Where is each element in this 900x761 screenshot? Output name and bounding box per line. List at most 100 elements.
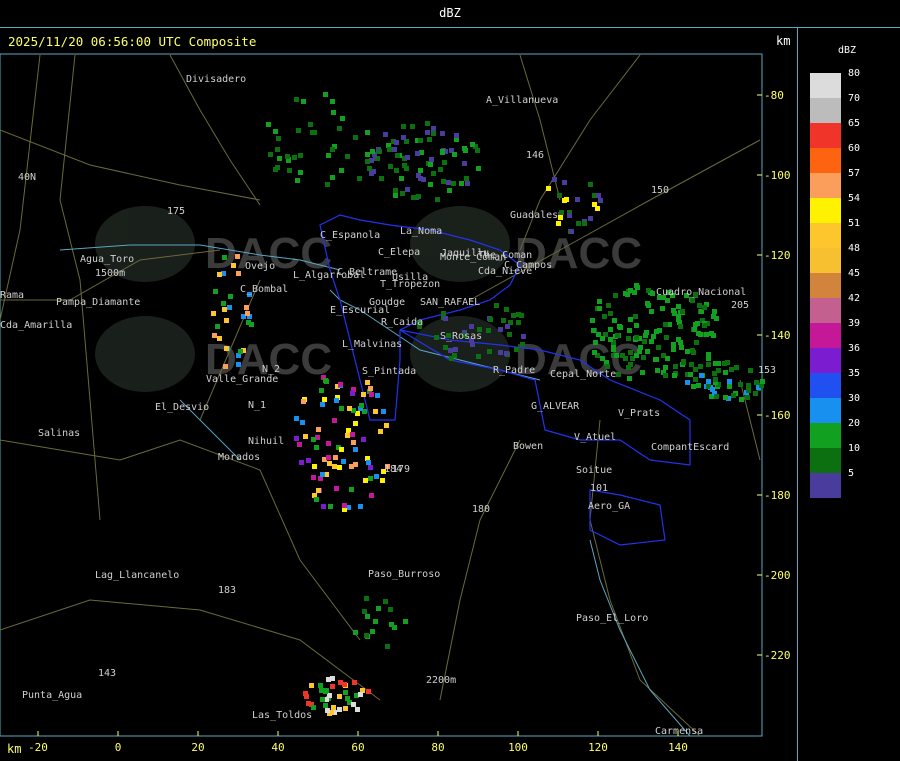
- echo-pixel: [227, 305, 232, 310]
- echo-pixel: [649, 339, 654, 344]
- place-label: Rama: [0, 290, 24, 301]
- echo-pixel: [296, 128, 301, 133]
- place-label: Agua_Toro: [80, 254, 134, 265]
- echo-pixel: [727, 384, 732, 389]
- legend-label: 65: [848, 118, 861, 129]
- echo-pixel: [429, 157, 434, 162]
- echo-pixel: [654, 329, 659, 334]
- place-label: Valle_Grande: [206, 374, 278, 385]
- echo-pixel: [663, 373, 668, 378]
- echo-pixel: [452, 152, 457, 157]
- echo-pixel: [338, 382, 343, 387]
- echo-pixel: [441, 311, 446, 316]
- place-label: S_Rosas: [440, 331, 482, 342]
- x-axis-unit: km: [7, 742, 22, 756]
- echo-pixel: [494, 303, 499, 308]
- place-label: Usilla: [392, 272, 428, 283]
- legend-swatch: [810, 148, 841, 173]
- echo-pixel: [706, 362, 711, 367]
- echo-pixel: [345, 154, 350, 159]
- place-label: Goudge: [369, 297, 405, 308]
- echo-pixel: [363, 478, 368, 483]
- echo-pixel: [333, 455, 338, 460]
- place-label: 184: [384, 464, 402, 475]
- echo-pixel: [268, 152, 273, 157]
- echo-pixel: [416, 194, 421, 199]
- place-label: 175: [167, 206, 185, 217]
- echo-pixel: [447, 188, 452, 193]
- echo-pixel: [608, 327, 613, 332]
- echo-pixel: [664, 335, 669, 340]
- echo-pixel: [380, 478, 385, 483]
- echo-pixel: [294, 97, 299, 102]
- place-label: El_Desvio: [155, 402, 209, 413]
- echo-pixel: [655, 368, 660, 373]
- echo-pixel: [316, 427, 321, 432]
- echo-pixel: [623, 356, 628, 361]
- echo-pixel: [383, 132, 388, 137]
- echo-pixel: [597, 299, 602, 304]
- echo-pixel: [428, 162, 433, 167]
- echo-pixel: [562, 198, 567, 203]
- echo-pixel: [343, 690, 348, 695]
- echo-pixel: [301, 99, 306, 104]
- echo-pixel: [213, 289, 218, 294]
- echo-pixel: [312, 130, 317, 135]
- echo-pixel: [628, 317, 633, 322]
- place-label: V_Atuel: [574, 432, 616, 443]
- echo-pixel: [685, 349, 690, 354]
- echo-pixel: [370, 149, 375, 154]
- echo-pixel: [362, 609, 367, 614]
- place-label: 40N: [18, 172, 36, 183]
- echo-pixel: [353, 421, 358, 426]
- echo-pixel: [665, 298, 670, 303]
- echo-pixel: [378, 429, 383, 434]
- echo-pixel: [567, 213, 572, 218]
- echo-pixel: [745, 395, 750, 400]
- place-label: 2200m: [426, 675, 456, 686]
- echo-pixel: [418, 138, 423, 143]
- echo-pixel: [285, 154, 290, 159]
- echo-pixel: [353, 135, 358, 140]
- echo-pixel: [326, 153, 331, 158]
- echo-pixel: [598, 198, 603, 203]
- echo-pixel: [222, 307, 227, 312]
- echo-pixel: [351, 702, 356, 707]
- echo-pixel: [236, 271, 241, 276]
- place-label: 143: [98, 668, 116, 679]
- place-label: Guadales: [510, 210, 558, 221]
- echo-pixel: [324, 688, 329, 693]
- echo-pixel: [634, 323, 639, 328]
- echo-pixel: [596, 193, 601, 198]
- echo-pixel: [332, 464, 337, 469]
- echo-pixel: [327, 461, 332, 466]
- place-label: Cda_Nieve: [478, 266, 532, 277]
- x-tick-label: 100: [508, 741, 528, 754]
- echo-pixel: [475, 148, 480, 153]
- echo-pixel: [370, 629, 375, 634]
- echo-pixel: [316, 488, 321, 493]
- echo-pixel: [656, 345, 661, 350]
- echo-pixel: [504, 307, 509, 312]
- place-label: Soitue: [576, 465, 612, 476]
- echo-pixel: [331, 110, 336, 115]
- echo-pixel: [596, 332, 601, 337]
- echo-pixel: [501, 318, 506, 323]
- echo-pixel: [746, 383, 751, 388]
- echo-pixel: [416, 173, 421, 178]
- echo-pixel: [634, 335, 639, 340]
- echo-pixel: [452, 353, 457, 358]
- echo-pixel: [569, 229, 574, 234]
- echo-pixel: [294, 416, 299, 421]
- echo-pixel: [364, 596, 369, 601]
- echo-pixel: [298, 170, 303, 175]
- echo-pixel: [592, 350, 597, 355]
- echo-pixel: [321, 504, 326, 509]
- echo-pixel: [415, 151, 420, 156]
- echo-pixel: [559, 210, 564, 215]
- place-label: Las_Toldos: [252, 710, 312, 721]
- radar-map[interactable]: DACC DACC DACC DACC DivisaderoA_Villanue…: [0, 0, 900, 761]
- legend-title: dBZ: [838, 45, 857, 56]
- echo-pixel: [403, 619, 408, 624]
- echo-pixel: [739, 397, 744, 402]
